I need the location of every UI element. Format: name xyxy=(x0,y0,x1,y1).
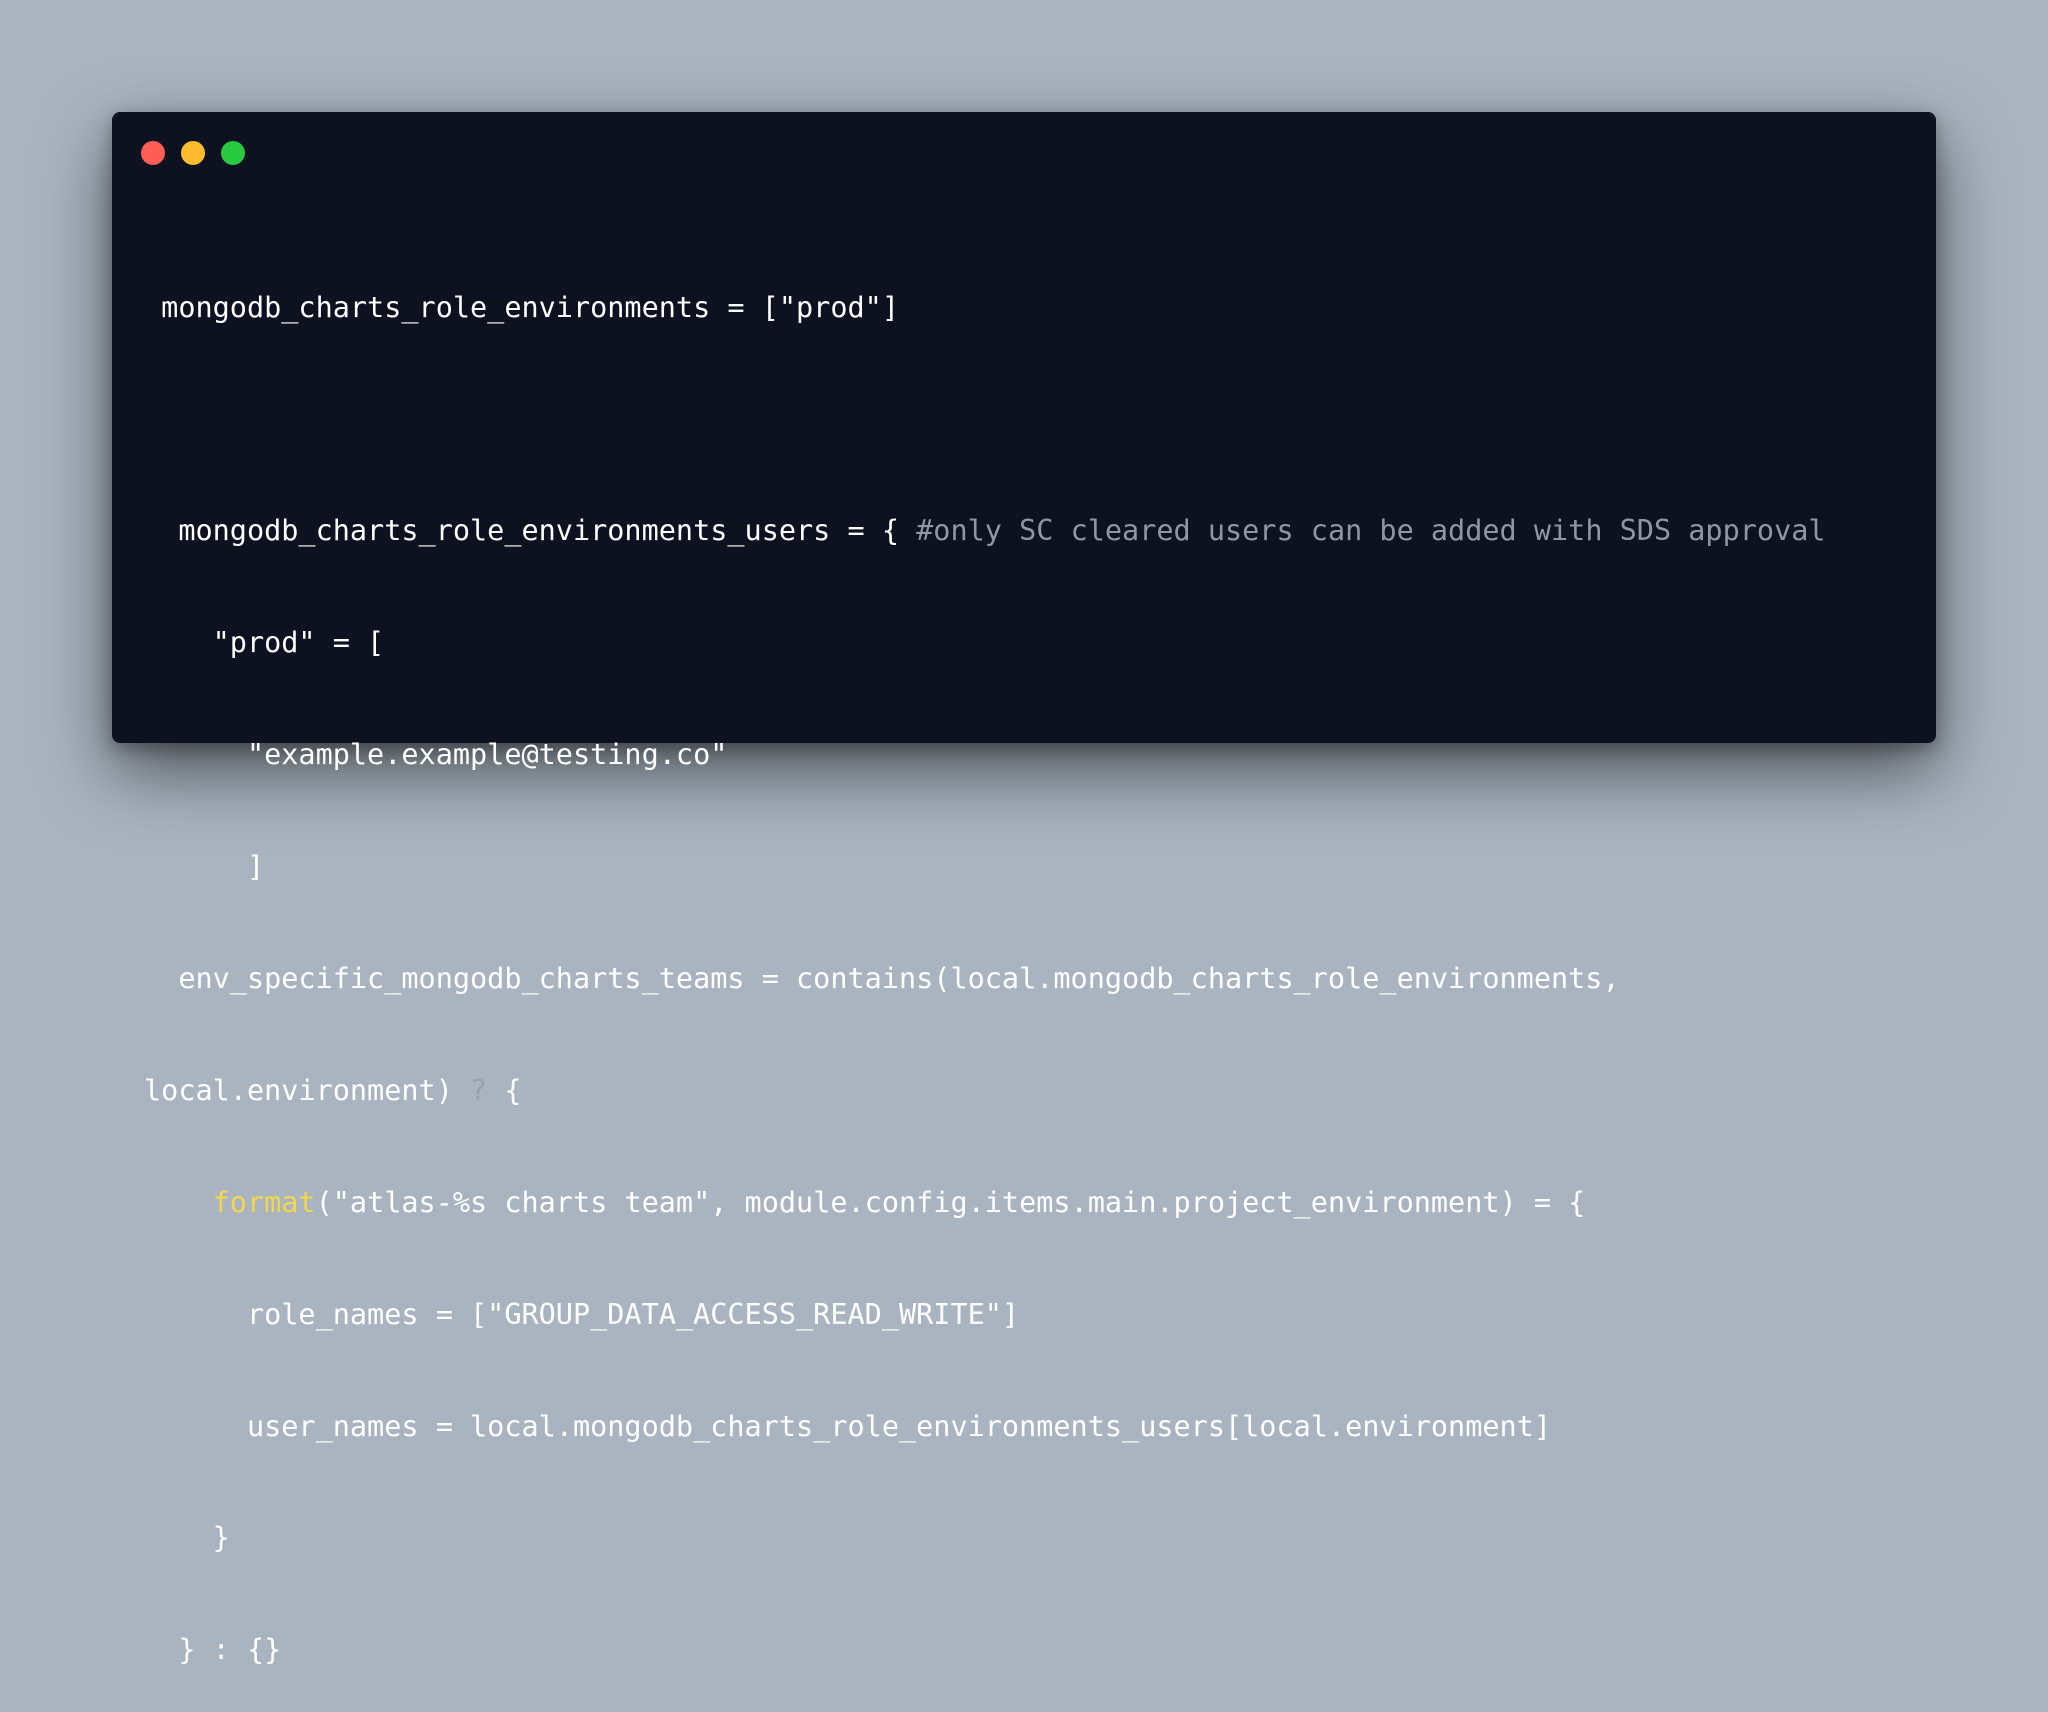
code-comment: #only SC cleared users can be added with… xyxy=(916,514,1826,548)
code-text: local.environment) xyxy=(144,1073,471,1107)
code-line-10: role_names = ["GROUP_DATA_ACCESS_READ_WR… xyxy=(144,1297,1020,1331)
code-window: mongodb_charts_role_environments = ["pro… xyxy=(112,112,1936,1666)
close-button[interactable] xyxy=(141,141,165,165)
code-line-1: mongodb_charts_role_environments = ["pro… xyxy=(144,290,899,324)
code-line-7: env_specific_mongodb_charts_teams = cont… xyxy=(144,961,1620,995)
code-text: { xyxy=(487,1073,522,1107)
function-name: format xyxy=(212,1185,316,1219)
code-line-4: "prod" = [ xyxy=(144,626,385,660)
code-line-12: } xyxy=(144,1521,230,1555)
zoom-button[interactable] xyxy=(221,141,245,165)
code-text: mongodb_charts_role_environments_users =… xyxy=(144,514,917,548)
code-line-8: local.environment) ? { xyxy=(144,1072,1924,1109)
code-block: mongodb_charts_role_environments = ["pro… xyxy=(144,214,1924,1712)
code-line-13: } : {} xyxy=(144,1633,282,1667)
code-text: ("atlas-%s charts team", module.config.i… xyxy=(315,1185,1586,1219)
code-line-9: format("atlas-%s charts team", module.co… xyxy=(144,1184,1924,1221)
ternary-operator: ? xyxy=(470,1073,488,1107)
code-line-5: "example.example@testing.co" xyxy=(144,738,728,772)
code-line-11: user_names = local.mongodb_charts_role_e… xyxy=(144,1409,1551,1443)
minimize-button[interactable] xyxy=(181,141,205,165)
code-line-3: mongodb_charts_role_environments_users =… xyxy=(144,512,1924,549)
code-line-6: ] xyxy=(144,850,265,884)
